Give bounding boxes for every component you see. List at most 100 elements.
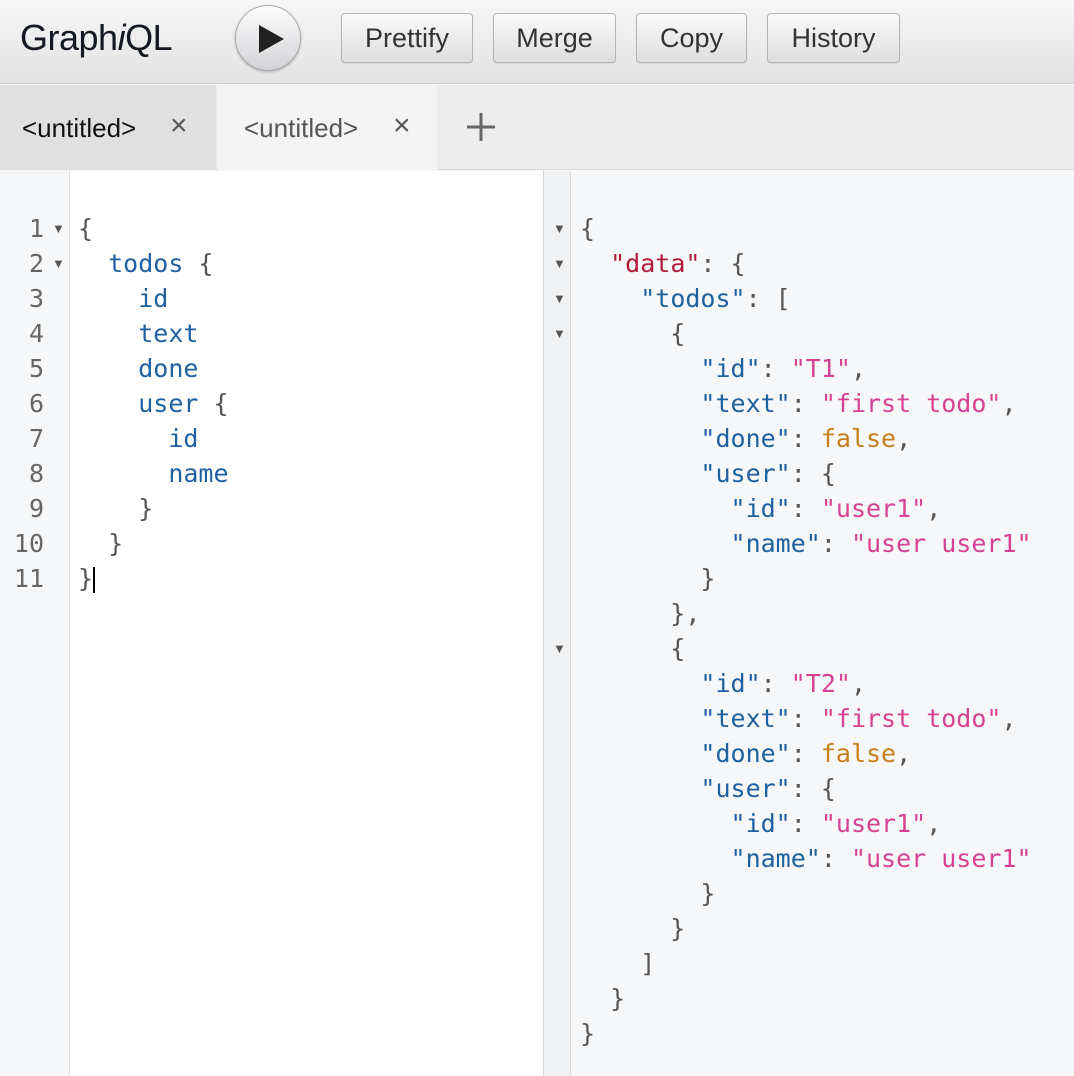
- fold-arrow-icon[interactable]: ▼: [553, 316, 566, 351]
- code-token: :: [790, 494, 821, 523]
- code-token: ,: [896, 424, 912, 453]
- tab-untitled-2[interactable]: <untitled> ×: [217, 85, 437, 170]
- code-token: :: [760, 354, 791, 383]
- line-number: 9: [28, 494, 44, 523]
- code-token: }: [580, 1019, 596, 1048]
- code-token: },: [580, 599, 701, 628]
- execute-query-button[interactable]: [235, 5, 301, 71]
- code-token: {: [580, 319, 686, 348]
- result-code-line: "id": "T2",: [580, 666, 866, 701]
- merge-button[interactable]: Merge: [493, 13, 616, 63]
- fold-arrow-icon[interactable]: ▼: [553, 246, 566, 281]
- code-token: :: [820, 529, 851, 558]
- result-code-line: "name": "user user1": [580, 841, 1032, 876]
- code-token: :: [790, 389, 821, 418]
- fold-arrow-icon[interactable]: ▼: [52, 246, 65, 281]
- history-button[interactable]: History: [767, 13, 900, 63]
- fold-arrow-icon[interactable]: ▼: [553, 631, 566, 666]
- code-token: ,: [896, 739, 912, 768]
- close-icon[interactable]: ×: [393, 111, 411, 141]
- code-token: user: [138, 389, 199, 418]
- code-token: "user user1": [850, 529, 1032, 558]
- line-number: 3: [28, 284, 44, 313]
- code-token: "user": [700, 459, 791, 488]
- code-token: }: [580, 914, 686, 943]
- query-code-line[interactable]: }: [78, 526, 123, 561]
- code-token: "name": [730, 844, 821, 873]
- result-code-line: "text": "first todo",: [580, 386, 1017, 421]
- result-code-line: {: [580, 631, 685, 666]
- code-token: "name": [730, 529, 821, 558]
- code-token: "id": [730, 809, 791, 838]
- code-token: ,: [926, 494, 942, 523]
- query-code-line[interactable]: {: [78, 211, 93, 246]
- query-code-line[interactable]: todos {: [78, 246, 213, 281]
- logo-text-main: Graph: [20, 17, 118, 58]
- result-code-line: "data": {: [580, 246, 746, 281]
- code-token: "user user1": [850, 844, 1032, 873]
- result-code-line: "text": "first todo",: [580, 701, 1017, 736]
- code-token: text: [138, 319, 199, 348]
- result-code-line: "id": "user1",: [580, 806, 942, 841]
- result-code-line: "id": "T1",: [580, 351, 866, 386]
- query-code-line[interactable]: id: [78, 421, 198, 456]
- query-code-line[interactable]: id: [78, 281, 168, 316]
- query-code-line[interactable]: done: [78, 351, 198, 386]
- graphiql-logo: GraphiQL: [20, 17, 173, 59]
- line-number: 6: [28, 389, 44, 418]
- code-token: : {: [700, 249, 746, 278]
- result-code-line: "done": false,: [580, 421, 911, 456]
- query-code-line[interactable]: }: [78, 561, 96, 596]
- code-token: {: [580, 634, 686, 663]
- result-code-line: }: [580, 981, 625, 1016]
- tab-label: <untitled>: [244, 113, 359, 143]
- top-toolbar: GraphiQL Prettify Merge Copy History: [0, 0, 1074, 84]
- prettify-button[interactable]: Prettify: [341, 13, 473, 63]
- query-code-line[interactable]: }: [78, 491, 153, 526]
- result-code-line: }: [580, 876, 715, 911]
- code-token: false: [820, 739, 897, 768]
- code-token: : {: [790, 459, 836, 488]
- tab-label: <untitled>: [22, 113, 137, 143]
- close-icon[interactable]: ×: [170, 111, 188, 141]
- code-token: {: [580, 214, 596, 243]
- result-code-line: }: [580, 561, 715, 596]
- code-token: "user1": [820, 494, 927, 523]
- code-token: id: [138, 284, 169, 313]
- tab-untitled-1[interactable]: <untitled> ×: [0, 85, 216, 170]
- plus-icon[interactable]: [464, 110, 498, 144]
- code-token: :: [820, 844, 851, 873]
- copy-button[interactable]: Copy: [636, 13, 747, 63]
- code-token: id: [168, 424, 199, 453]
- code-token: "user1": [820, 809, 927, 838]
- fold-arrow-icon[interactable]: ▼: [553, 211, 566, 246]
- code-token: }: [580, 564, 716, 593]
- code-token: :: [790, 704, 821, 733]
- query-code-line[interactable]: name: [78, 456, 229, 491]
- play-icon: [259, 25, 284, 53]
- code-token: ,: [1001, 704, 1017, 733]
- code-token: name: [168, 459, 229, 488]
- fold-arrow-icon[interactable]: ▼: [553, 281, 566, 316]
- code-token: ,: [1001, 389, 1017, 418]
- code-token: {: [78, 214, 94, 243]
- line-number: 4: [28, 319, 44, 348]
- fold-arrow-icon[interactable]: ▼: [52, 211, 65, 246]
- code-token: }: [580, 879, 716, 908]
- code-token: "done": [700, 739, 791, 768]
- query-code-line[interactable]: text: [78, 316, 198, 351]
- result-code-line: "user": {: [580, 771, 835, 806]
- query-code-line[interactable]: user {: [78, 386, 228, 421]
- code-token: "done": [700, 424, 791, 453]
- code-token: "text": [700, 704, 791, 733]
